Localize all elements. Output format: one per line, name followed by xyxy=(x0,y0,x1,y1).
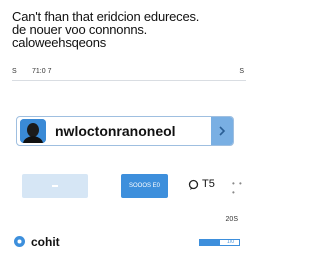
more-dots-icon[interactable]: • • • xyxy=(232,179,246,197)
meta-row: S 71:0 7 S xyxy=(12,68,248,78)
meta-time: 71:0 7 xyxy=(32,68,52,75)
timestamp: 20S xyxy=(225,216,238,223)
progress-bar: 1/0 xyxy=(199,239,240,246)
page-heading: Can't fhan that eridcion edureces. de no… xyxy=(12,10,250,49)
primary-button-label: SOOOS E0 xyxy=(128,183,160,189)
secondary-button-mark xyxy=(52,185,58,187)
brand-circle-icon xyxy=(14,236,25,247)
progress-fill xyxy=(200,240,220,245)
divider xyxy=(12,80,246,81)
comment-bubble-icon xyxy=(188,179,199,190)
comment-counter[interactable]: T5 • • • xyxy=(186,177,246,197)
go-button[interactable] xyxy=(211,117,233,145)
meta-left: S xyxy=(12,68,17,75)
brand-name: cohit xyxy=(31,235,60,249)
brand[interactable]: cohit xyxy=(14,234,94,250)
person-avatar-icon xyxy=(20,119,46,143)
heading-line-3: caloweehsqeons xyxy=(12,35,107,50)
counter-value: T5 xyxy=(202,178,215,190)
chevron-right-icon xyxy=(219,126,226,136)
secondary-button[interactable] xyxy=(22,174,88,198)
search-input[interactable]: nwloctonranoneol xyxy=(55,123,223,139)
meta-right: S xyxy=(239,68,244,75)
search-card[interactable]: nwloctonranoneol xyxy=(16,116,234,146)
progress-label: 1/0 xyxy=(227,239,234,245)
avatar[interactable] xyxy=(20,119,46,143)
primary-button[interactable]: SOOOS E0 xyxy=(121,174,168,198)
